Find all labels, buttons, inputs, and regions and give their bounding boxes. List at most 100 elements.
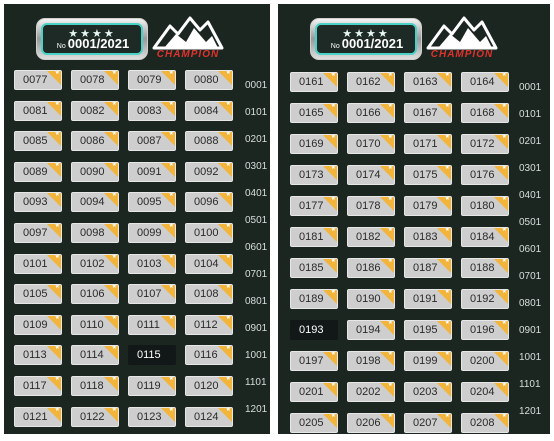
- number-tile[interactable]: 0202 ★: [347, 382, 395, 402]
- number-tile[interactable]: 0095 ★: [128, 192, 176, 213]
- number-tile[interactable]: 0188 ★: [461, 258, 509, 278]
- number-tile[interactable]: 0088 ★: [185, 131, 233, 152]
- number-tile[interactable]: 0109 ★: [14, 314, 62, 335]
- range-index-item[interactable]: 1001: [245, 350, 267, 361]
- number-tile[interactable]: 0124 ★: [185, 406, 233, 427]
- range-index-item[interactable]: 0601: [245, 242, 267, 253]
- range-index-item[interactable]: 0801: [245, 296, 267, 307]
- number-tile[interactable]: 0170 ★: [347, 134, 395, 154]
- number-tile[interactable]: 0106 ★: [71, 284, 119, 305]
- number-tile[interactable]: 0179 ★: [404, 196, 452, 216]
- number-tile[interactable]: 0162 ★: [347, 72, 395, 92]
- number-tile[interactable]: 0102 ★: [71, 253, 119, 274]
- number-tile[interactable]: 0089 ★: [14, 161, 62, 182]
- number-tile[interactable]: 0086 ★: [71, 131, 119, 152]
- number-tile[interactable]: 0181 ★: [290, 227, 338, 247]
- range-index-item[interactable]: 0601: [519, 244, 541, 255]
- number-tile[interactable]: 0111 ★: [128, 314, 176, 335]
- number-tile[interactable]: 0166 ★: [347, 103, 395, 123]
- number-tile[interactable]: 0119 ★: [128, 376, 176, 396]
- number-tile[interactable]: 0193: [290, 320, 338, 340]
- number-tile[interactable]: 0091 ★: [128, 161, 176, 182]
- number-tile[interactable]: 0173 ★: [290, 165, 338, 185]
- number-tile[interactable]: 0113 ★: [14, 345, 62, 366]
- number-tile[interactable]: 0196 ★: [461, 320, 509, 340]
- number-tile[interactable]: 0107 ★: [128, 284, 176, 305]
- number-tile[interactable]: 0096 ★: [185, 192, 233, 213]
- number-tile[interactable]: 0177 ★: [290, 196, 338, 216]
- range-index-item[interactable]: 0101: [245, 107, 267, 118]
- number-tile[interactable]: 0204 ★: [461, 382, 509, 402]
- range-index-item[interactable]: 0701: [519, 271, 541, 282]
- number-tile[interactable]: 0167 ★: [404, 103, 452, 123]
- range-index-item[interactable]: 0101: [519, 109, 541, 120]
- number-tile[interactable]: 0178 ★: [347, 196, 395, 216]
- range-index-item[interactable]: 0901: [245, 323, 267, 334]
- number-tile[interactable]: 0120 ★: [185, 376, 233, 396]
- number-tile[interactable]: 0097 ★: [14, 223, 62, 243]
- range-index-item[interactable]: 0201: [519, 136, 541, 147]
- number-tile[interactable]: 0180 ★: [461, 196, 509, 216]
- number-tile[interactable]: 0195 ★: [404, 320, 452, 340]
- number-tile[interactable]: 0082 ★: [71, 100, 119, 121]
- range-index-item[interactable]: 1101: [519, 379, 541, 390]
- number-tile[interactable]: 0084 ★: [185, 100, 233, 121]
- range-index-item[interactable]: 0301: [245, 161, 267, 172]
- number-tile[interactable]: 0081 ★: [14, 100, 62, 121]
- number-tile[interactable]: 0110 ★: [71, 314, 119, 335]
- number-tile[interactable]: 0083 ★: [128, 100, 176, 121]
- number-tile[interactable]: 0168 ★: [461, 103, 509, 123]
- number-tile[interactable]: 0198 ★: [347, 351, 395, 371]
- number-tile[interactable]: 0163 ★: [404, 72, 452, 92]
- number-tile[interactable]: 0079 ★: [128, 70, 176, 90]
- number-tile[interactable]: 0094 ★: [71, 192, 119, 213]
- number-tile[interactable]: 0100 ★: [185, 223, 233, 243]
- number-tile[interactable]: 0182 ★: [347, 227, 395, 247]
- number-tile[interactable]: 0092 ★: [185, 161, 233, 182]
- range-index-item[interactable]: 0401: [245, 188, 267, 199]
- number-tile[interactable]: 0085 ★: [14, 131, 62, 152]
- number-tile[interactable]: 0175 ★: [404, 165, 452, 185]
- number-tile[interactable]: 0176 ★: [461, 165, 509, 185]
- number-tile[interactable]: 0121 ★: [14, 406, 62, 427]
- number-tile[interactable]: 0197 ★: [290, 351, 338, 371]
- number-tile[interactable]: 0101 ★: [14, 253, 62, 274]
- range-index-item[interactable]: 1101: [245, 377, 267, 388]
- number-tile[interactable]: 0090 ★: [71, 161, 119, 182]
- number-tile[interactable]: 0087 ★: [128, 131, 176, 152]
- range-index-item[interactable]: 1201: [245, 404, 267, 415]
- range-index-item[interactable]: 1201: [519, 406, 541, 417]
- range-index-item[interactable]: 0801: [519, 298, 541, 309]
- number-tile[interactable]: 0161 ★: [290, 72, 338, 92]
- number-tile[interactable]: 0104 ★: [185, 253, 233, 274]
- number-tile[interactable]: 0185 ★: [290, 258, 338, 278]
- number-tile[interactable]: 0080 ★: [185, 70, 233, 90]
- number-tile[interactable]: 0205 ★: [290, 413, 338, 433]
- range-index-item[interactable]: 0001: [245, 80, 267, 91]
- number-tile[interactable]: 0192 ★: [461, 289, 509, 309]
- number-tile[interactable]: 0098 ★: [71, 223, 119, 243]
- number-tile[interactable]: 0093 ★: [14, 192, 62, 213]
- number-tile[interactable]: 0184 ★: [461, 227, 509, 247]
- number-tile[interactable]: 0203 ★: [404, 382, 452, 402]
- number-tile[interactable]: 0189 ★: [290, 289, 338, 309]
- number-tile[interactable]: 0078 ★: [71, 70, 119, 90]
- number-tile[interactable]: 0208 ★: [461, 413, 509, 433]
- range-index-item[interactable]: 0501: [245, 215, 267, 226]
- range-index-item[interactable]: 0501: [519, 217, 541, 228]
- number-tile[interactable]: 0123 ★: [128, 406, 176, 427]
- number-tile[interactable]: 0172 ★: [461, 134, 509, 154]
- number-tile[interactable]: 0114 ★: [71, 345, 119, 366]
- number-tile[interactable]: 0115: [128, 345, 176, 366]
- number-tile[interactable]: 0099 ★: [128, 223, 176, 243]
- number-tile[interactable]: 0077 ★: [14, 70, 62, 90]
- number-tile[interactable]: 0103 ★: [128, 253, 176, 274]
- number-tile[interactable]: 0117 ★: [14, 376, 62, 396]
- number-tile[interactable]: 0116 ★: [185, 345, 233, 366]
- number-tile[interactable]: 0206 ★: [347, 413, 395, 433]
- range-index-item[interactable]: 0001: [519, 82, 541, 93]
- number-tile[interactable]: 0183 ★: [404, 227, 452, 247]
- number-tile[interactable]: 0207 ★: [404, 413, 452, 433]
- number-tile[interactable]: 0194 ★: [347, 320, 395, 340]
- number-tile[interactable]: 0186 ★: [347, 258, 395, 278]
